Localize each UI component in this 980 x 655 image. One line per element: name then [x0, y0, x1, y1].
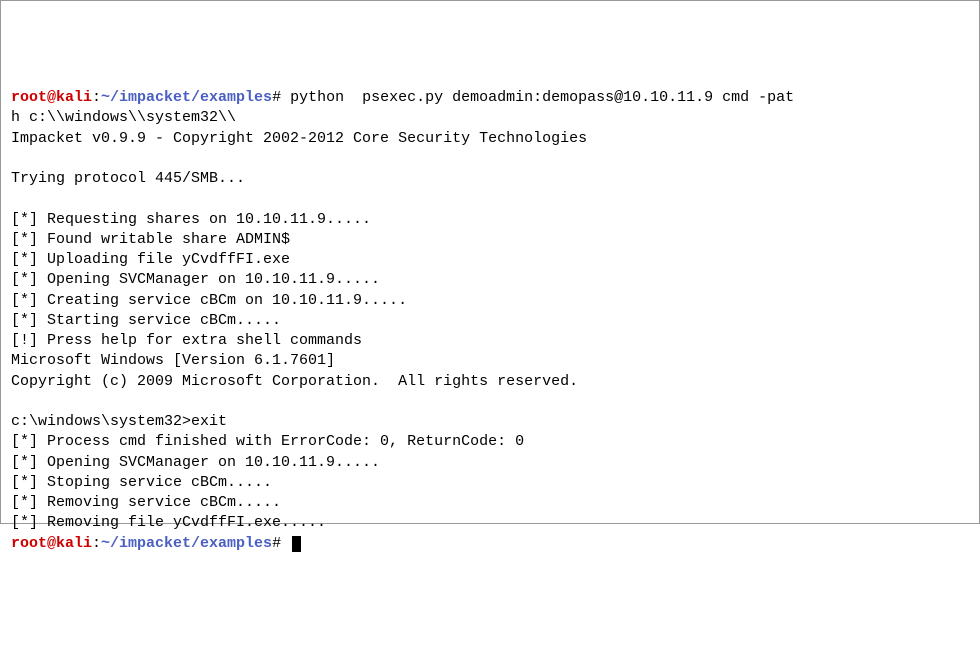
prompt-sep: :: [92, 535, 101, 552]
prompt-user: root@kali: [11, 89, 92, 106]
output-line: Trying protocol 445/SMB...: [11, 170, 245, 187]
command-continuation: h c:\\windows\\system32\\: [11, 109, 236, 126]
prompt-sep: :: [92, 89, 101, 106]
output-line: [*] Stoping service cBCm.....: [11, 474, 272, 491]
command-text: python psexec.py demoadmin:demopass@10.1…: [281, 89, 794, 106]
output-line: Microsoft Windows [Version 6.1.7601]: [11, 352, 335, 369]
output-line: [*] Creating service cBCm on 10.10.11.9.…: [11, 292, 407, 309]
output-line: Copyright (c) 2009 Microsoft Corporation…: [11, 373, 578, 390]
prompt-hash: #: [272, 89, 281, 106]
output-line: [*] Opening SVCManager on 10.10.11.9....…: [11, 454, 380, 471]
output-line: [*] Removing service cBCm.....: [11, 494, 281, 511]
output-line: [*] Uploading file yCvdffFI.exe: [11, 251, 290, 268]
output-line: [*] Requesting shares on 10.10.11.9.....: [11, 211, 371, 228]
output-line: c:\windows\system32>exit: [11, 413, 227, 430]
prompt-hash: #: [272, 535, 281, 552]
output-line: [*] Opening SVCManager on 10.10.11.9....…: [11, 271, 380, 288]
output-line: [*] Removing file yCvdffFI.exe.....: [11, 514, 326, 531]
output-line: [*] Starting service cBCm.....: [11, 312, 281, 329]
prompt-user: root@kali: [11, 535, 92, 552]
prompt-path: ~/impacket/examples: [101, 535, 272, 552]
output-line: [!] Press help for extra shell commands: [11, 332, 362, 349]
output-line: [*] Found writable share ADMIN$: [11, 231, 290, 248]
cursor-icon: [292, 536, 301, 552]
prompt-path: ~/impacket/examples: [101, 89, 272, 106]
output-line: Impacket v0.9.9 - Copyright 2002-2012 Co…: [11, 130, 587, 147]
output-line: [*] Process cmd finished with ErrorCode:…: [11, 433, 524, 450]
terminal-output[interactable]: root@kali:~/impacket/examples# python ps…: [11, 88, 969, 554]
